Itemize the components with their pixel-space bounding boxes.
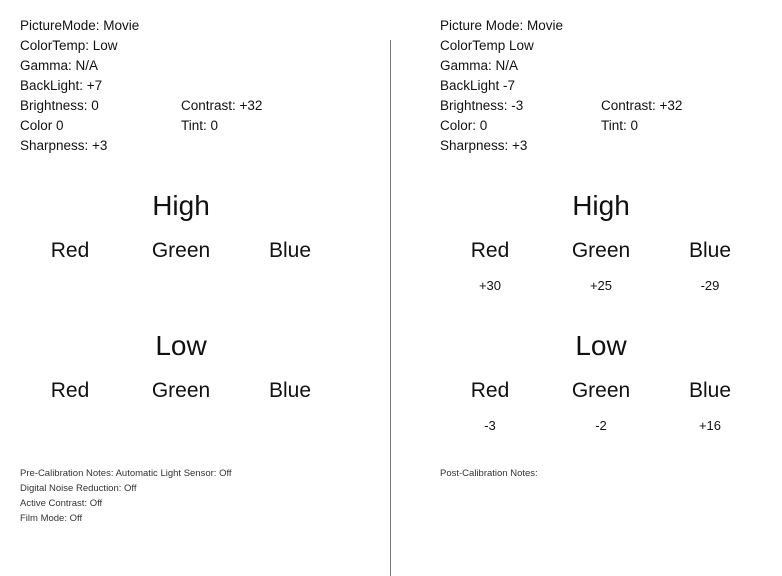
low-heading: Low xyxy=(155,330,207,361)
color: Color 0 xyxy=(20,118,64,133)
contrast: Contrast: +32 xyxy=(181,98,263,113)
high-green-label: Green xyxy=(151,239,211,262)
post-notes-line: Post-Calibration Notes: xyxy=(440,468,538,479)
contrast: Contrast: +32 xyxy=(601,98,683,113)
pre-notes-line: Active Contrast: Off xyxy=(20,498,103,509)
tint: Tint: 0 xyxy=(601,118,639,133)
color: Color: 0 xyxy=(440,118,488,133)
low-red-value: -3 xyxy=(484,418,496,433)
low-green-label: Green xyxy=(571,379,631,402)
high-red-label: Red xyxy=(470,239,510,262)
high-blue-label: Blue xyxy=(268,239,312,262)
gamma: Gamma: N/A xyxy=(20,58,99,73)
sharpness: Sharpness: +3 xyxy=(440,138,528,153)
low-blue-label: Blue xyxy=(688,379,732,402)
brightness: Brightness: -3 xyxy=(440,98,524,113)
low-blue-value: +16 xyxy=(698,418,722,433)
high-heading: High xyxy=(152,190,210,221)
pre-calibration-panel: PictureMode: Movie ColorTemp: Low Gamma:… xyxy=(0,0,390,576)
brightness: Brightness: 0 xyxy=(20,98,99,113)
backlight: BackLight: +7 xyxy=(20,78,103,93)
low-heading: Low xyxy=(575,330,627,361)
tint: Tint: 0 xyxy=(181,118,219,133)
low-red-label: Red xyxy=(470,379,510,402)
color-temp: ColorTemp: Low xyxy=(20,38,118,53)
pre-notes-line: Film Mode: Off xyxy=(20,513,83,524)
low-blue-label: Blue xyxy=(268,379,312,402)
color-temp: ColorTemp Low xyxy=(440,38,534,53)
high-blue-value: -29 xyxy=(700,278,720,293)
column-divider xyxy=(390,40,391,576)
gamma: Gamma: N/A xyxy=(440,58,519,73)
high-green-label: Green xyxy=(571,239,631,262)
high-red-label: Red xyxy=(50,239,90,262)
low-green-label: Green xyxy=(151,379,211,402)
picture-mode: Picture Mode: Movie xyxy=(440,18,564,33)
high-red-value: +30 xyxy=(478,278,502,293)
sharpness: Sharpness: +3 xyxy=(20,138,108,153)
backlight: BackLight -7 xyxy=(440,78,516,93)
high-green-value: +25 xyxy=(589,278,613,293)
low-green-value: -2 xyxy=(595,418,607,433)
pre-notes-line: Digital Noise Reduction: Off xyxy=(20,483,137,494)
picture-mode: PictureMode: Movie xyxy=(20,18,140,33)
post-calibration-panel: Picture Mode: Movie ColorTemp Low Gamma:… xyxy=(420,0,782,576)
pre-notes-line: Pre-Calibration Notes: Automatic Light S… xyxy=(20,468,232,479)
high-blue-label: Blue xyxy=(688,239,732,262)
high-heading: High xyxy=(572,190,630,221)
low-red-label: Red xyxy=(50,379,90,402)
